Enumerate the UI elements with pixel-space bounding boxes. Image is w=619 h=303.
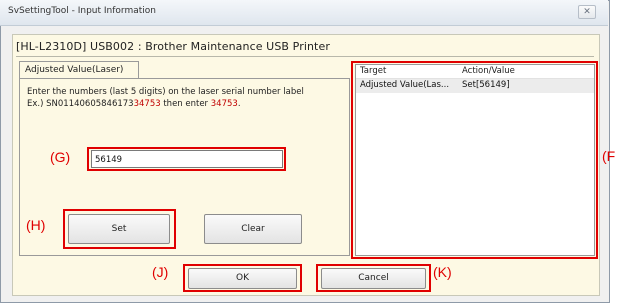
example-middle: then enter	[160, 99, 211, 109]
callout-g: (G)	[50, 149, 71, 165]
close-button[interactable]: ✕	[578, 5, 596, 19]
instruction-line: Enter the numbers (last 5 digits) on the…	[27, 87, 304, 97]
serial-number-input[interactable]: 56149	[91, 150, 283, 168]
instruction-text: Enter the numbers (last 5 digits) on the…	[27, 86, 345, 110]
set-button[interactable]: Set	[68, 214, 170, 244]
example-end: .	[237, 99, 241, 109]
tab-adjusted-value-laser[interactable]: Adjusted Value(Laser)	[19, 61, 139, 79]
callout-f: (F	[602, 148, 616, 164]
callout-h: (H)	[26, 217, 46, 233]
callout-j: (J)	[152, 264, 169, 280]
ok-button[interactable]: OK	[188, 268, 297, 289]
window-title: SvSettingTool - Input Information	[8, 6, 156, 16]
instruction-example: Ex.) SN0114060584617334753 then enter 34…	[27, 98, 345, 110]
callout-f-box	[351, 61, 598, 259]
callout-k: (K)	[433, 264, 452, 280]
example-highlight: 34753	[133, 99, 161, 109]
cancel-button[interactable]: Cancel	[321, 268, 426, 289]
printer-header: [HL-L2310D] USB002 : Brother Maintenance…	[16, 40, 330, 53]
header-divider	[16, 56, 594, 57]
example-value: 34753	[210, 99, 238, 109]
example-prefix: Ex.) SN01140605846173	[27, 99, 134, 109]
clear-button[interactable]: Clear	[204, 214, 302, 244]
